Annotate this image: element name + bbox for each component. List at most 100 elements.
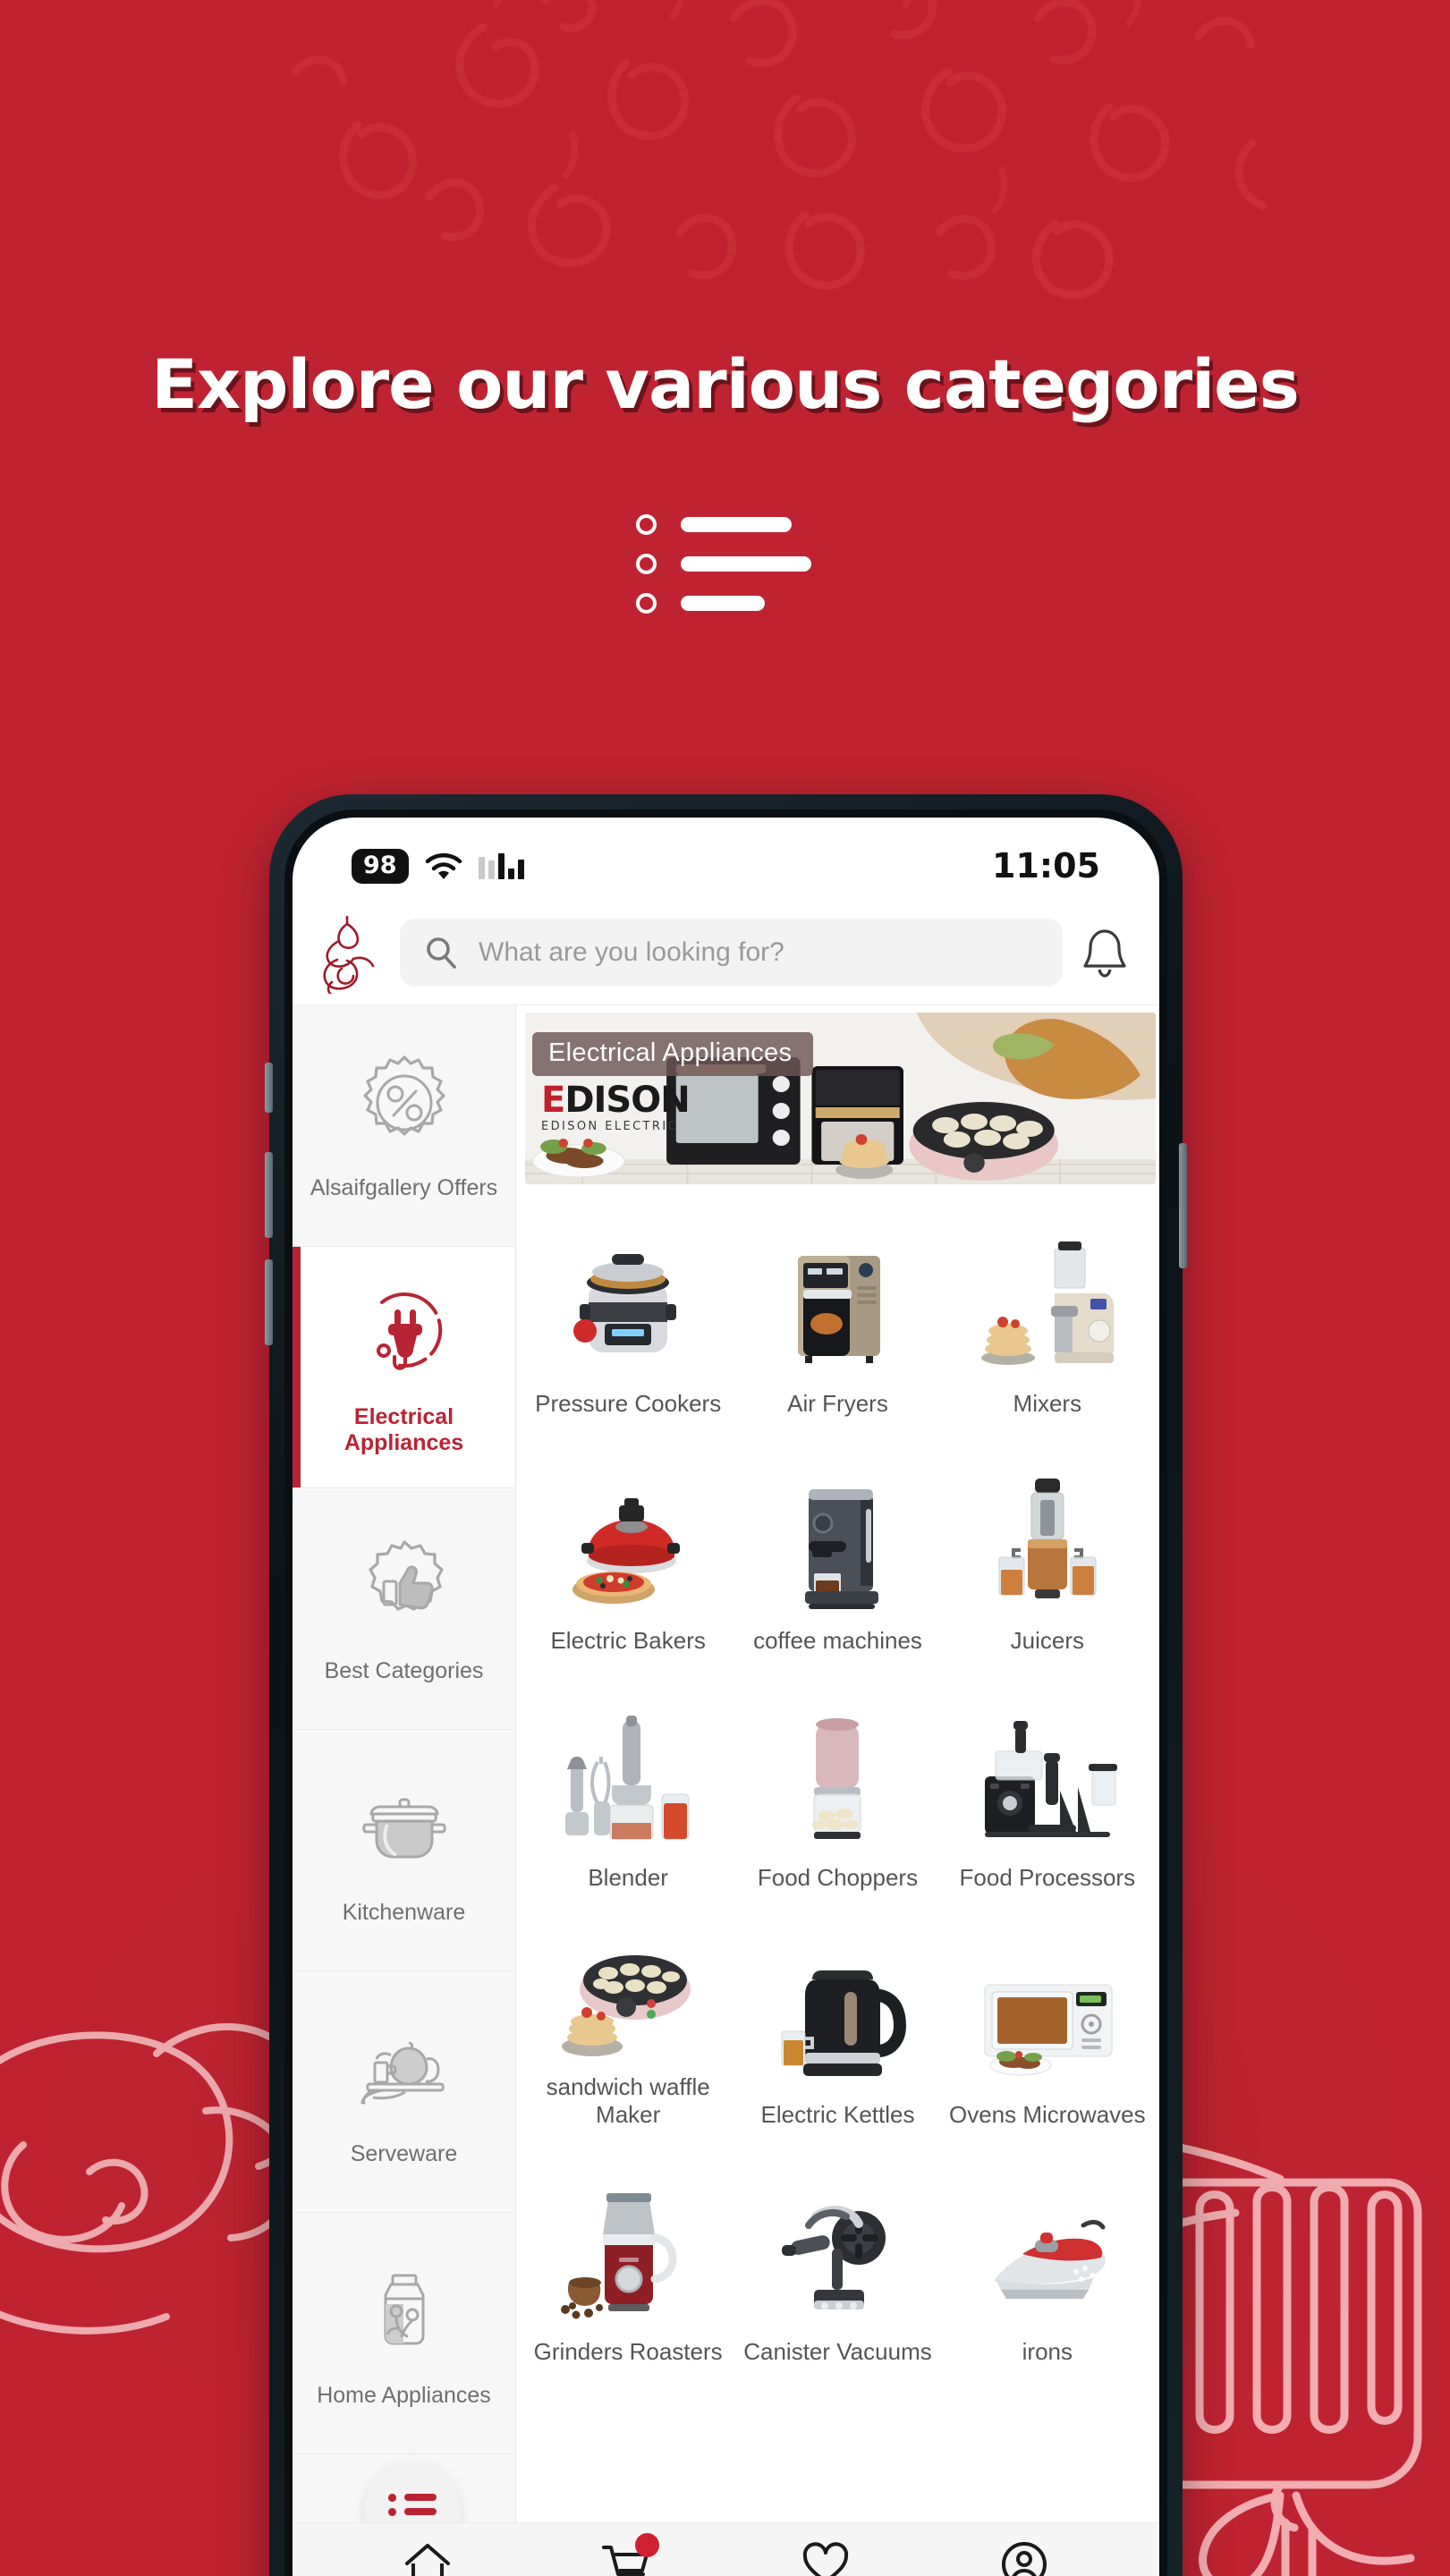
electric-kettle-art [781, 1970, 907, 2076]
subcategory-label: Canister Vacuums [743, 2337, 932, 2365]
slow-juicer-art [998, 1478, 1097, 1598]
category-browser: Alsaifgallery Offers Electrical Applianc… [293, 1005, 1159, 2576]
subcategory-label: Blender [588, 1863, 668, 1891]
banner-brand: EDISON EDISON ELECTRIC [541, 1080, 691, 1133]
subcategory-tile[interactable]: Pressure Cookers [523, 1188, 733, 1425]
phone-volume-up-button [265, 1152, 273, 1238]
search-icon [427, 936, 456, 969]
sidebar-item-label: Kitchenware [342, 1900, 466, 1925]
steam-iron-art [993, 2219, 1106, 2299]
subcategory-grid: Pressure Cookers Air Fryers Mixers Elect… [516, 1184, 1159, 2373]
subcategory-tile[interactable]: Canister Vacuums [733, 2136, 942, 2373]
electric-baker-art [572, 1497, 681, 1604]
hand-blender-art [565, 1715, 690, 1840]
sidebar-item-serveware[interactable]: Serveware [293, 1971, 515, 2213]
heart-icon[interactable] [798, 2537, 853, 2576]
sidebar-item-alsaifgallery-offers[interactable]: Alsaifgallery Offers [293, 1005, 515, 1247]
sidebar-item-best-categories[interactable]: Best Categories [293, 1488, 515, 1730]
waffle-maker-art [562, 1954, 691, 2056]
phone-volume-down-button [265, 1259, 273, 1345]
sidebar-item-home-appliances[interactable]: Home Appliances [293, 2213, 515, 2454]
list-bullet-icon [636, 554, 657, 574]
bottom-navigation [293, 2522, 1159, 2576]
fab-bullet [388, 2507, 396, 2516]
fab-bullet [388, 2493, 396, 2502]
status-bar: 98 11:05 [293, 818, 1159, 900]
subcategory-label: Grinders Roasters [533, 2337, 723, 2365]
food-processor-art [984, 1720, 1117, 1837]
espresso-machine-art [805, 1488, 879, 1609]
subcategory-tile[interactable]: Ovens Microwaves [943, 1899, 1152, 2136]
search-placeholder: What are you looking for? [479, 936, 784, 967]
air-fryer-art [798, 1255, 881, 1363]
sidebar-item-label: Best Categories [324, 1658, 484, 1683]
subcategory-tile[interactable]: Electric Bakers [523, 1425, 733, 1662]
phone-power-button [1179, 1143, 1187, 1268]
list-line [681, 556, 811, 572]
subcategory-label: Air Fryers [787, 1389, 888, 1417]
subcategory-label: coffee machines [753, 1626, 922, 1654]
subcategory-label: Electric Bakers [550, 1626, 706, 1654]
subcategory-tile[interactable]: sandwich waffle Maker [523, 1899, 733, 2136]
subcategory-label: Ovens Microwaves [949, 2100, 1146, 2128]
sidebar-item-label: Serveware [350, 2141, 458, 2166]
phone-bezel: 98 11:05 What are you looking for? Alsai… [284, 809, 1167, 2576]
coffee-grinder-art [561, 2192, 677, 2319]
cart-badge [635, 2532, 660, 2557]
list-line [681, 517, 792, 532]
power-plug-icon [374, 1292, 442, 1370]
sidebar-item-kitchenware[interactable]: Kitchenware [293, 1730, 515, 1971]
thumbs-up-badge-icon [368, 1540, 444, 1611]
category-sidebar[interactable]: Alsaifgallery Offers Electrical Applianc… [293, 1005, 516, 2576]
pressure-cooker-art [573, 1253, 677, 1352]
bulleted-list-illustration [636, 514, 824, 622]
subcategory-tile[interactable]: Air Fryers [733, 1188, 942, 1425]
search-input[interactable]: What are you looking for? [400, 918, 1063, 987]
subcategory-tile[interactable]: Food Processors [943, 1662, 1152, 1899]
subcategory-label: Mixers [1013, 1389, 1082, 1417]
subcategory-label: Juicers [1010, 1626, 1084, 1654]
cooking-pot-icon [361, 1798, 446, 1859]
brand-name: EDISON [541, 1080, 691, 1121]
page-title: Explore our various categories [151, 344, 1300, 424]
subcategory-label: Food Choppers [757, 1863, 919, 1891]
user-account-icon[interactable] [996, 2537, 1052, 2576]
cart-icon[interactable] [598, 2532, 660, 2576]
app-header: What are you looking for? [293, 900, 1159, 1005]
subcategory-label: Food Processors [959, 1863, 1136, 1891]
subcategory-tile[interactable]: Juicers [943, 1425, 1152, 1662]
banner-category-chip: Electrical Appliances [532, 1032, 814, 1076]
subcategory-tile[interactable]: Blender [523, 1662, 733, 1899]
subcategory-tile[interactable]: Food Choppers [733, 1662, 942, 1899]
status-bar-time: 11:05 [992, 846, 1100, 886]
subcategory-label: Pressure Cookers [535, 1389, 722, 1417]
sidebar-item-electrical-appliances[interactable]: Electrical Appliances [293, 1247, 515, 1488]
tea-tray-icon [360, 2041, 445, 2105]
phone-screen: 98 11:05 What are you looking for? Alsai… [293, 818, 1159, 2576]
discount-badge-icon [362, 1055, 445, 1136]
sidebar-item-label: Alsaifgallery Offers [310, 1175, 498, 1200]
subcategory-label: irons [1022, 2337, 1073, 2365]
home-icon[interactable] [400, 2537, 455, 2576]
subcategory-label: Electric Kettles [760, 2100, 915, 2128]
list-bullet-icon [636, 514, 657, 535]
bell-icon[interactable] [1081, 926, 1129, 979]
fab-line [403, 2494, 437, 2501]
flower-vase-icon [384, 2274, 424, 2345]
list-bullet-icon [636, 593, 657, 614]
category-content: Electrical Appliances EDISON EDISON ELEC… [516, 1005, 1159, 2576]
alsaifgallery-dallah-logo [323, 915, 375, 994]
battery-indicator: 98 [352, 848, 409, 884]
subcategory-tile[interactable]: Mixers [943, 1188, 1152, 1425]
background-dallah-pattern [291, 0, 1268, 300]
subcategory-tile[interactable]: coffee machines [733, 1425, 942, 1662]
brand-tagline: EDISON ELECTRIC [541, 1120, 679, 1133]
list-line [681, 596, 765, 611]
promo-banner[interactable]: Electrical Appliances EDISON EDISON ELEC… [525, 1013, 1156, 1184]
subcategory-tile[interactable]: irons [943, 2136, 1152, 2373]
subcategory-tile[interactable]: Grinders Roasters [523, 2136, 733, 2373]
stand-mixer-art [980, 1241, 1114, 1365]
food-chopper-art [812, 1717, 861, 1839]
sidebar-item-label: Electrical Appliances [343, 1403, 464, 1455]
subcategory-tile[interactable]: Electric Kettles [733, 1899, 942, 2136]
